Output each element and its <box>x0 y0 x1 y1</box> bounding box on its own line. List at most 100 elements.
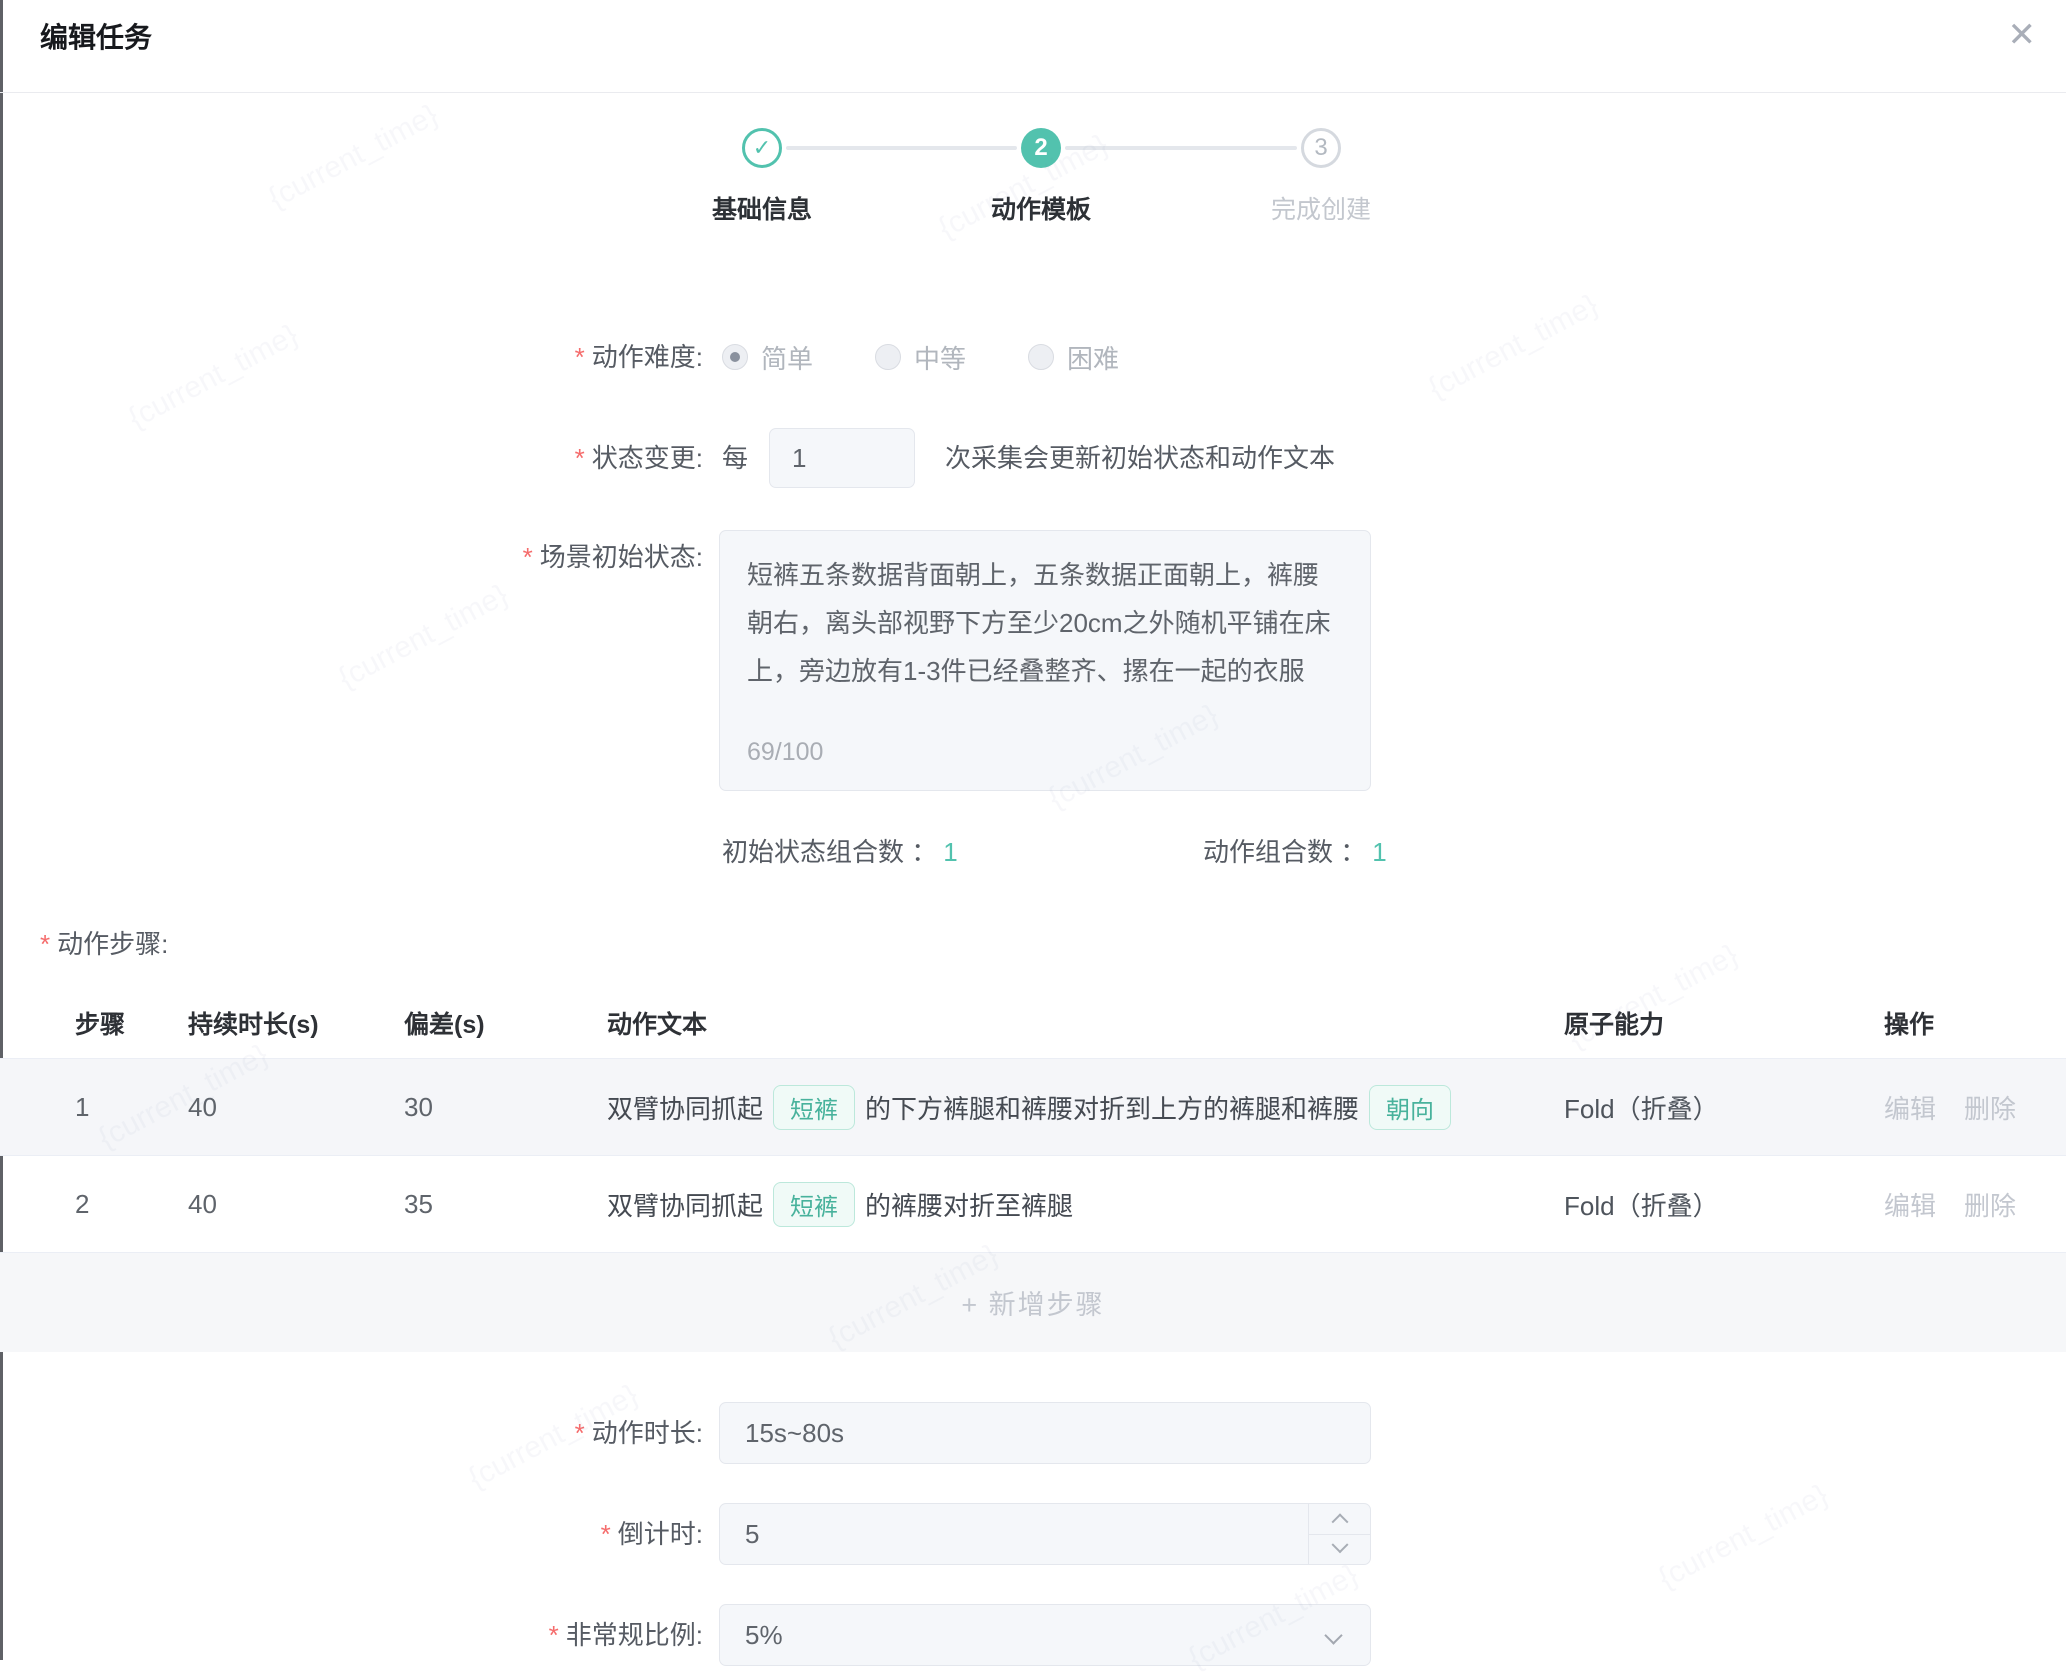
countdown-stepper[interactable]: 5 <box>719 1503 1371 1565</box>
step-1-done-circle: ✓ <box>742 128 782 168</box>
required-asterisk: * <box>523 542 533 572</box>
stepper-connector <box>786 146 1017 150</box>
duration-label-text: 动作时长: <box>592 1418 703 1448</box>
scene-initial-label-text: 场景初始状态: <box>540 542 703 572</box>
cell-action-text: 双臂协同抓起 短裤 的裤腰对折至裤腿 <box>607 1182 1564 1227</box>
required-asterisk: * <box>601 1519 611 1549</box>
edit-link[interactable]: 编辑 <box>1884 1089 1936 1126</box>
unusual-ratio-select[interactable]: 5% <box>719 1604 1371 1666</box>
action-steps-label-text: 动作步骤: <box>57 929 168 959</box>
col-header-ability: 原子能力 <box>1564 1005 1884 1041</box>
initial-combo-value: 1 <box>943 837 957 867</box>
add-step-band: + 新增步骤 <box>0 1252 2066 1352</box>
action-combo-label: 动作组合数 ： <box>1203 837 1366 867</box>
duration-label: *动作时长: <box>253 1402 703 1464</box>
state-change-label-text: 状态变更: <box>592 443 703 473</box>
unusual-ratio-value: 5% <box>745 1620 783 1650</box>
chevron-down-icon <box>1331 1537 1348 1554</box>
chevron-up-icon <box>1331 1513 1348 1530</box>
col-header-step: 步骤 <box>75 1005 188 1041</box>
duration-input[interactable]: 15s~80s <box>719 1402 1371 1464</box>
screen-left-edge <box>0 0 3 1660</box>
required-asterisk: * <box>575 1418 585 1448</box>
difficulty-radio-group: 简单 中等 困难 <box>722 338 1119 376</box>
close-icon[interactable]: ✕ <box>2008 18 2037 52</box>
delete-link[interactable]: 删除 <box>1964 1186 2016 1223</box>
unusual-ratio-label: *非常规比例: <box>253 1604 703 1666</box>
scene-initial-textarea[interactable]: 短裤五条数据背面朝上，五条数据正面朝上，裤腰朝右，离头部视野下方至少20cm之外… <box>719 530 1371 791</box>
countdown-label-text: 倒计时: <box>618 1519 703 1549</box>
state-change-prefix: 每 <box>722 428 748 488</box>
cell-duration: 40 <box>188 1092 404 1123</box>
cell-action-text: 双臂协同抓起 短裤 的下方裤腿和裤腰对折到上方的裤腿和裤腰 朝向 <box>607 1085 1564 1130</box>
required-asterisk: * <box>549 1620 559 1650</box>
difficulty-label: *动作难度: <box>253 338 703 376</box>
chevron-down-icon <box>1324 1626 1342 1644</box>
cell-step: 2 <box>75 1189 188 1220</box>
watermark-text: {current_time} <box>263 98 444 216</box>
col-header-duration: 持续时长(s) <box>188 1005 404 1041</box>
radio-medium-label: 中等 <box>914 339 966 376</box>
scene-initial-label: *场景初始状态: <box>253 538 703 576</box>
increase-button[interactable] <box>1309 1504 1370 1535</box>
countdown-label: *倒计时: <box>253 1503 703 1565</box>
action-steps-table: 步骤 持续时长(s) 偏差(s) 动作文本 原子能力 操作 1 40 30 双臂… <box>0 988 2066 1352</box>
initial-combo-label: 初始状态组合数 ： <box>722 837 937 867</box>
object-tag: 短裤 <box>773 1085 855 1130</box>
cell-deviation: 35 <box>404 1189 607 1220</box>
watermark-text: {current_time} <box>1423 288 1604 406</box>
col-header-action-text: 动作文本 <box>607 1005 1564 1041</box>
action-text-segment: 的裤腰对折至裤腿 <box>865 1186 1073 1223</box>
step-2-active-circle: 2 <box>1021 128 1061 168</box>
state-change-label: *状态变更: <box>253 428 703 488</box>
edit-link[interactable]: 编辑 <box>1884 1186 1936 1223</box>
dialog-title: 编辑任务 <box>40 16 152 56</box>
orientation-tag: 朝向 <box>1369 1085 1451 1130</box>
action-text-segment: 的下方裤腿和裤腰对折到上方的裤腿和裤腰 <box>865 1089 1359 1126</box>
radio-hard-label: 困难 <box>1067 339 1119 376</box>
step-3-label: 完成创建 <box>1201 190 1441 226</box>
watermark-text: {current_time} <box>1653 1478 1834 1596</box>
unusual-ratio-label-text: 非常规比例: <box>566 1620 703 1650</box>
radio-unchecked-icon <box>875 344 901 370</box>
action-text-segment: 双臂协同抓起 <box>607 1186 763 1223</box>
step-2-label: 动作模板 <box>921 190 1161 226</box>
cell-deviation: 30 <box>404 1092 607 1123</box>
add-step-button[interactable]: + 新增步骤 <box>961 1283 1104 1322</box>
col-header-operations: 操作 <box>1884 1005 2066 1041</box>
char-counter: 69/100 <box>747 728 823 776</box>
step-2-number: 2 <box>1034 134 1047 162</box>
state-change-input[interactable]: 1 <box>769 428 915 488</box>
delete-link[interactable]: 删除 <box>1964 1089 2016 1126</box>
radio-checked-icon <box>722 344 748 370</box>
action-combo-count: 动作组合数 ：1 <box>1203 832 1387 869</box>
required-asterisk: * <box>575 342 585 372</box>
cell-operations: 编辑 删除 <box>1884 1089 2066 1126</box>
required-asterisk: * <box>40 929 50 959</box>
cell-ability: Fold（折叠） <box>1564 1186 1884 1223</box>
watermark-text: {current_time} <box>123 318 304 436</box>
number-spinner <box>1308 1504 1370 1564</box>
table-row: 1 40 30 双臂协同抓起 短裤 的下方裤腿和裤腰对折到上方的裤腿和裤腰 朝向… <box>0 1058 2066 1155</box>
table-row: 2 40 35 双臂协同抓起 短裤 的裤腰对折至裤腿 Fold（折叠） 编辑 删… <box>0 1155 2066 1252</box>
radio-easy[interactable]: 简单 <box>722 339 813 376</box>
decrease-button[interactable] <box>1309 1535 1370 1565</box>
action-combo-value: 1 <box>1372 837 1386 867</box>
state-change-suffix: 次采集会更新初始状态和动作文本 <box>945 428 1335 488</box>
cell-operations: 编辑 删除 <box>1884 1186 2066 1223</box>
radio-unchecked-icon <box>1028 344 1054 370</box>
table-header-row: 步骤 持续时长(s) 偏差(s) 动作文本 原子能力 操作 <box>0 988 2066 1058</box>
step-1-label: 基础信息 <box>642 190 882 226</box>
radio-easy-label: 简单 <box>761 339 813 376</box>
header-divider <box>0 92 2066 93</box>
countdown-value: 5 <box>745 1519 759 1549</box>
scene-initial-text: 短裤五条数据背面朝上，五条数据正面朝上，裤腰朝右，离头部视野下方至少20cm之外… <box>747 560 1331 686</box>
check-icon: ✓ <box>753 135 771 161</box>
action-steps-label: *动作步骤: <box>40 924 168 961</box>
radio-medium[interactable]: 中等 <box>875 339 966 376</box>
watermark-text: {current_time} <box>333 578 514 696</box>
radio-hard[interactable]: 困难 <box>1028 339 1119 376</box>
action-text-segment: 双臂协同抓起 <box>607 1089 763 1126</box>
step-3-number: 3 <box>1314 134 1327 162</box>
cell-duration: 40 <box>188 1189 404 1220</box>
